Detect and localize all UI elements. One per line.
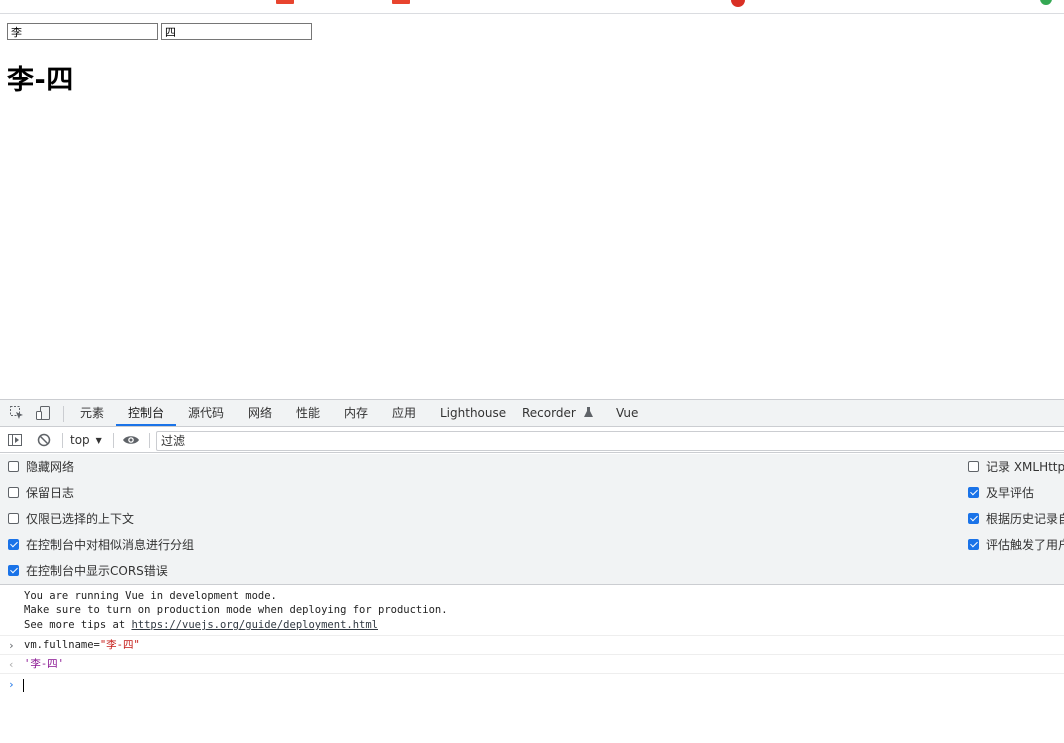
tab-console[interactable]: 控制台	[128, 400, 164, 427]
toolbar-separator	[149, 433, 150, 448]
text-caret	[23, 679, 24, 692]
console-output: You are running Vue in development mode.…	[0, 586, 1064, 743]
tabbar-separator	[63, 406, 64, 422]
setting-label: 在控制台中显示CORS错误	[26, 564, 168, 578]
tab-elements[interactable]: 元素	[80, 400, 104, 427]
console-message-line: Make sure to turn on production mode whe…	[24, 604, 448, 616]
first-name-input[interactable]	[7, 23, 158, 40]
toolbar-separator	[62, 433, 63, 448]
toolbar-separator	[113, 433, 114, 448]
checkbox[interactable]	[8, 487, 19, 498]
tab-vue[interactable]: Vue	[616, 400, 638, 427]
console-input-code[interactable]: vm.fullname="李-四"	[24, 638, 140, 652]
checkbox[interactable]	[8, 461, 19, 472]
devtools-panel: 元素 控制台 源代码 网络 性能 内存 应用 Lighthouse Record…	[0, 399, 1064, 743]
checkbox-checked[interactable]	[968, 539, 979, 550]
tab-memory[interactable]: 内存	[344, 400, 368, 427]
setting-label: 评估触发了用户	[986, 538, 1064, 552]
setting-label: 仅限已选择的上下文	[26, 512, 135, 526]
inspect-element-icon[interactable]	[9, 405, 25, 421]
console-result-row: ‹ '李-四'	[0, 655, 1064, 674]
code-string: "李-四"	[99, 639, 140, 651]
context-selector[interactable]: top ▼	[66, 431, 106, 450]
clear-console-icon[interactable]	[36, 432, 52, 448]
tab-recorder-label: Recorder	[522, 406, 576, 420]
flask-icon	[583, 401, 593, 428]
setting-label: 隐藏网络	[26, 460, 75, 474]
prompt-chevron-icon: ›	[8, 678, 15, 691]
checkbox-checked[interactable]	[968, 487, 979, 498]
console-result-value[interactable]: '李-四'	[24, 657, 64, 671]
setting-label: 根据历史记录自	[986, 512, 1064, 526]
console-filter-input[interactable]: 过滤	[156, 431, 1064, 451]
tab-network[interactable]: 网络	[248, 400, 272, 427]
console-message-prefix: See more tips at	[24, 619, 132, 631]
devtools-tabbar: 元素 控制台 源代码 网络 性能 内存 应用 Lighthouse Record…	[0, 400, 1064, 427]
console-message-vue-dev-mode: You are running Vue in development mode.…	[0, 586, 1064, 636]
device-toolbar-icon[interactable]	[35, 405, 51, 421]
checkbox[interactable]	[968, 461, 979, 472]
setting-label: 记录 XMLHttpR	[986, 460, 1064, 474]
bookmark-favicon[interactable]	[276, 0, 294, 4]
checkbox-checked[interactable]	[8, 539, 19, 550]
tab-performance[interactable]: 性能	[296, 400, 320, 427]
checkbox[interactable]	[8, 513, 19, 524]
full-name-heading: 李-四	[7, 65, 74, 96]
bookmark-favicon[interactable]	[1040, 0, 1052, 5]
page-content: 李-四	[0, 15, 1064, 399]
sidebar-toggle-icon[interactable]	[7, 432, 23, 448]
console-settings-panel: 隐藏网络 保留日志 仅限已选择的上下文 在控制台中对相似消息进行分组 在控制台中…	[0, 454, 1064, 585]
setting-label: 在控制台中对相似消息进行分组	[26, 538, 195, 552]
tab-application[interactable]: 应用	[392, 400, 416, 427]
console-message-line: You are running Vue in development mode.	[24, 590, 277, 602]
bookmark-favicon[interactable]	[731, 0, 745, 7]
input-chevron-icon: ›	[8, 639, 15, 652]
last-name-input[interactable]	[161, 23, 312, 40]
checkbox-checked[interactable]	[968, 513, 979, 524]
bookmark-favicon[interactable]	[392, 0, 410, 4]
setting-label: 及早评估	[986, 486, 1035, 500]
code-prefix: vm.fullname=	[24, 639, 100, 651]
dropdown-triangle-icon: ▼	[95, 436, 102, 445]
console-toolbar: top ▼ 过滤	[0, 428, 1064, 453]
setting-label: 保留日志	[26, 486, 75, 500]
checkbox-checked[interactable]	[8, 565, 19, 576]
live-expression-eye-icon[interactable]	[122, 432, 139, 448]
tab-sources[interactable]: 源代码	[188, 400, 224, 427]
context-selector-value: top	[70, 433, 90, 447]
console-prompt[interactable]: ›	[0, 675, 1064, 695]
console-message-line: See more tips at https://vuejs.org/guide…	[24, 618, 378, 632]
vue-deployment-link[interactable]: https://vuejs.org/guide/deployment.html	[131, 619, 378, 631]
console-input-row: › vm.fullname="李-四"	[0, 636, 1064, 655]
tab-recorder[interactable]: Recorder	[522, 400, 593, 427]
bookmarks-bar	[0, 0, 1064, 14]
result-chevron-icon: ‹	[8, 658, 15, 671]
tab-lighthouse[interactable]: Lighthouse	[440, 400, 506, 427]
active-tab-indicator	[116, 424, 176, 426]
